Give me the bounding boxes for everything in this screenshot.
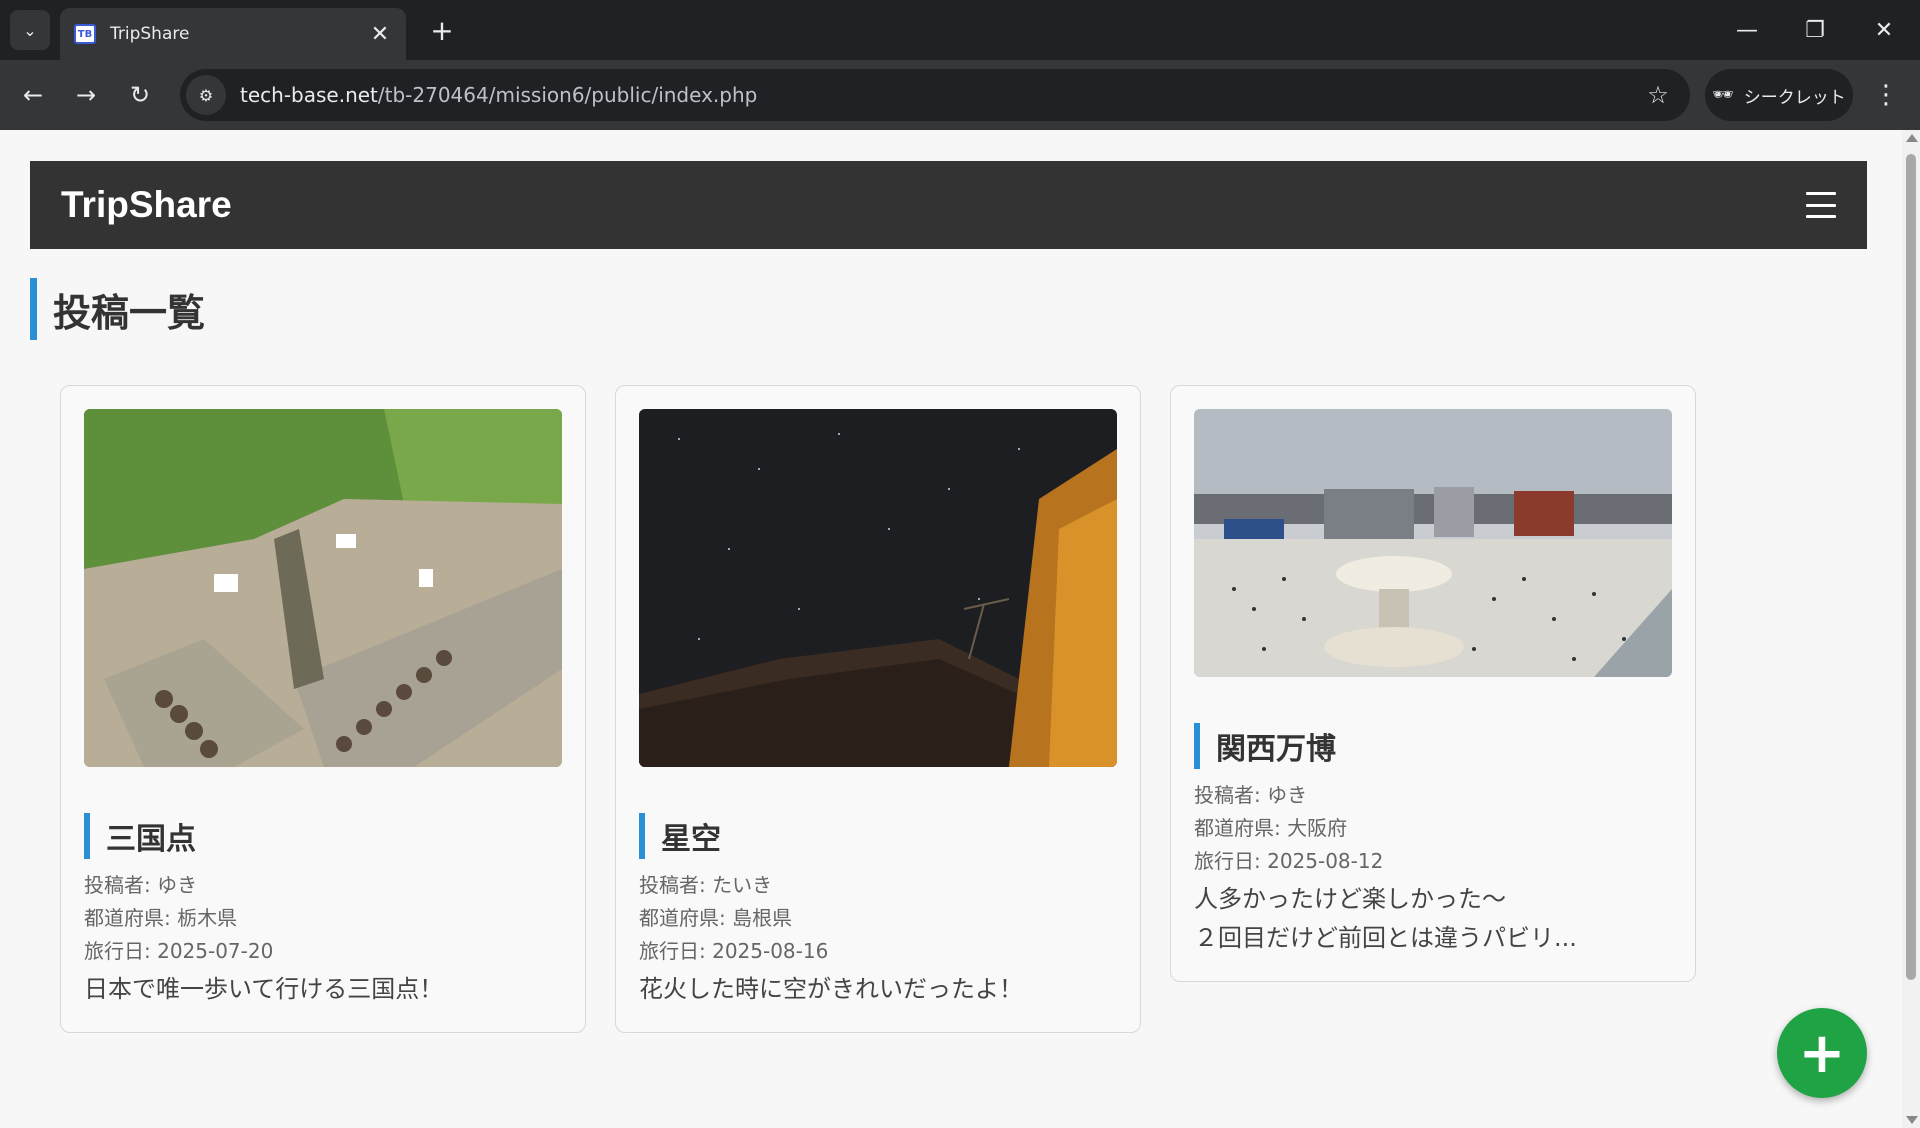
- scroll-up-arrow-icon[interactable]: [1906, 134, 1918, 142]
- browser-tab-bar: ⌄ TB TripShare ✕ + — ❐ ✕: [0, 0, 1920, 60]
- browser-menu-icon[interactable]: ⋮: [1868, 75, 1904, 115]
- brand-logo[interactable]: TripShare: [61, 184, 232, 226]
- browser-tab[interactable]: TB TripShare ✕: [60, 8, 406, 60]
- post-date: 旅行日: 2025-07-20: [84, 939, 274, 963]
- page-title: 投稿一覧: [30, 278, 205, 340]
- address-bar[interactable]: ⚙ tech-base.net/tb-270464/mission6/publi…: [180, 69, 1690, 121]
- post-prefecture: 都道府県: 大阪府: [1194, 816, 1348, 840]
- tab-close-icon[interactable]: ✕: [368, 22, 392, 47]
- post-meta: 投稿者: たいき 都道府県: 島根県 旅行日: 2025-08-16: [639, 869, 1117, 968]
- tab-search-chevron-icon[interactable]: ⌄: [10, 10, 50, 50]
- post-photo-expo[interactable]: [1194, 409, 1672, 677]
- post-author: 投稿者: ゆき: [1194, 783, 1308, 807]
- post-description-line-2: ２回目だけど前回とは違うパビリ...: [1194, 924, 1577, 952]
- restore-icon[interactable]: ❐: [1793, 10, 1837, 50]
- post-card[interactable]: 関西万博 投稿者: ゆき 都道府県: 大阪府 旅行日: 2025-08-12 人…: [1170, 385, 1696, 982]
- page-scrollbar[interactable]: [1902, 130, 1920, 1128]
- url-host: tech-base.net: [240, 83, 378, 107]
- reload-icon[interactable]: ↻: [120, 75, 160, 115]
- back-arrow-icon[interactable]: ←: [13, 75, 53, 115]
- favicon-icon: TB: [74, 24, 96, 44]
- post-meta: 投稿者: ゆき 都道府県: 栃木県 旅行日: 2025-07-20: [84, 869, 562, 968]
- post-title[interactable]: 星空: [639, 813, 1117, 859]
- post-date: 旅行日: 2025-08-16: [639, 939, 829, 963]
- post-photo-field[interactable]: [84, 409, 562, 767]
- minimize-icon[interactable]: —: [1725, 10, 1769, 50]
- url-path: /tb-270464/mission6/public/index.php: [377, 83, 758, 107]
- post-description: 人多かったけど楽しかった〜 ２回目だけど前回とは違うパビリ...: [1194, 880, 1672, 958]
- url-text[interactable]: tech-base.net/tb-270464/mission6/public/…: [240, 83, 1638, 107]
- post-card[interactable]: 星空 投稿者: たいき 都道府県: 島根県 旅行日: 2025-08-16 花火…: [615, 385, 1141, 1033]
- post-title[interactable]: 関西万博: [1194, 723, 1672, 769]
- post-prefecture: 都道府県: 栃木県: [84, 906, 238, 930]
- new-tab-plus-icon[interactable]: +: [424, 12, 460, 48]
- post-prefecture: 都道府県: 島根県: [639, 906, 793, 930]
- post-photo-night-sky[interactable]: [639, 409, 1117, 767]
- post-date: 旅行日: 2025-08-12: [1194, 849, 1384, 873]
- incognito-icon: 🕶: [1712, 85, 1734, 105]
- scroll-down-arrow-icon[interactable]: [1906, 1116, 1918, 1124]
- scrollbar-thumb[interactable]: [1906, 154, 1916, 980]
- incognito-button[interactable]: 🕶 シークレット: [1705, 69, 1853, 121]
- post-author: 投稿者: ゆき: [84, 873, 198, 897]
- site-info-icon[interactable]: ⚙: [186, 75, 226, 115]
- post-meta: 投稿者: ゆき 都道府県: 大阪府 旅行日: 2025-08-12: [1194, 779, 1672, 878]
- post-description-line-1: 人多かったけど楽しかった〜: [1194, 885, 1506, 913]
- incognito-label: シークレット: [1743, 87, 1846, 108]
- post-title[interactable]: 三国点: [84, 813, 562, 859]
- forward-arrow-icon[interactable]: →: [66, 75, 106, 115]
- page-viewport: TripShare 投稿一覧 三国点 投稿者: ゆき 都道府県: 栃木県 旅行日…: [0, 130, 1920, 1128]
- hamburger-menu-icon[interactable]: [1806, 192, 1836, 218]
- post-author: 投稿者: たいき: [639, 873, 773, 897]
- post-card[interactable]: 三国点 投稿者: ゆき 都道府県: 栃木県 旅行日: 2025-07-20 日本…: [60, 385, 586, 1033]
- bookmark-star-icon[interactable]: ☆: [1638, 81, 1678, 109]
- browser-toolbar: ← → ↻ ⚙ tech-base.net/tb-270464/mission6…: [0, 60, 1920, 130]
- tab-title: TripShare: [110, 24, 190, 44]
- post-description: 日本で唯一歩いて行ける三国点！: [84, 975, 444, 1003]
- window-close-icon[interactable]: ✕: [1862, 10, 1906, 50]
- post-description: 花火した時に空がきれいだったよ！: [639, 975, 1023, 1003]
- add-post-button[interactable]: +: [1777, 1008, 1867, 1098]
- app-header: TripShare: [30, 161, 1867, 249]
